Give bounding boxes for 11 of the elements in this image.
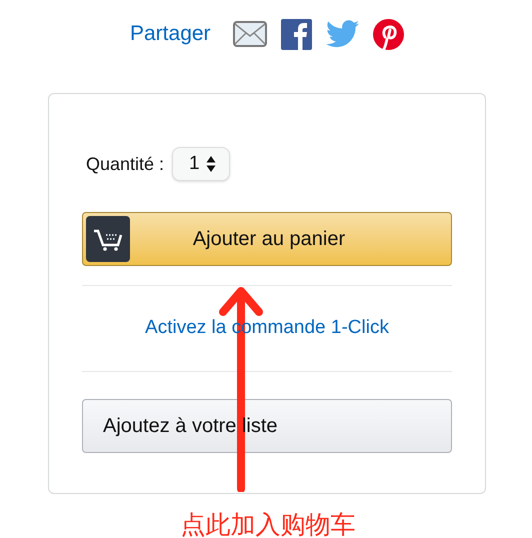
facebook-icon[interactable]: [280, 18, 312, 50]
share-link[interactable]: Partager: [130, 18, 211, 50]
mail-icon[interactable]: [232, 21, 267, 47]
quantity-dropdown[interactable]: 1: [172, 147, 230, 181]
add-to-cart-button[interactable]: Ajouter au panier: [82, 212, 452, 266]
quantity-label: Quantité :: [86, 152, 164, 176]
spinner-icon: [206, 155, 216, 173]
pin-icon[interactable]: [372, 18, 404, 50]
annotation-text: 点此加入购物车: [180, 510, 356, 538]
bird-icon[interactable]: [326, 20, 359, 48]
cart-icon: [86, 216, 130, 262]
